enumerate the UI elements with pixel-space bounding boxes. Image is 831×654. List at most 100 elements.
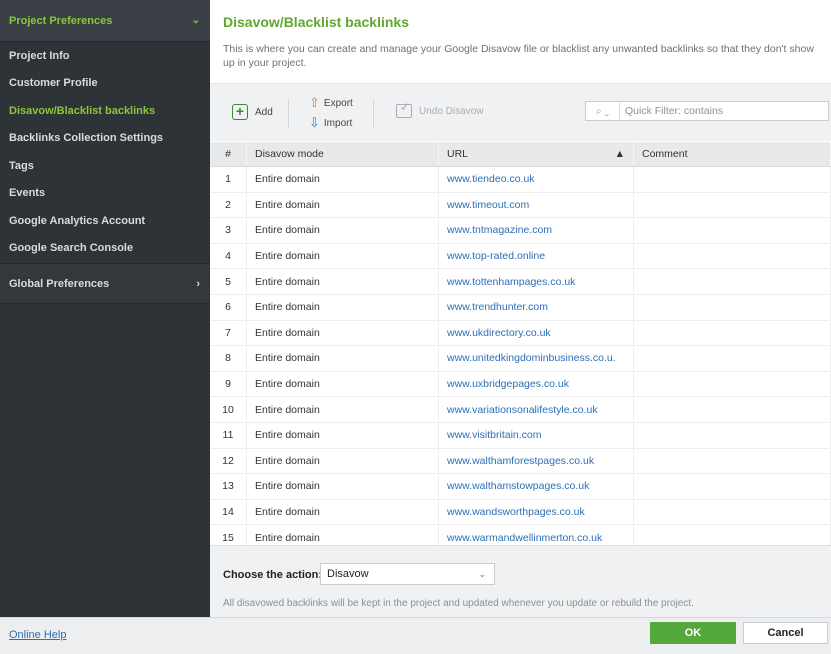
table-row[interactable]: 14 Entire domain www.wandsworthpages.co.uk [210, 499, 831, 526]
add-button[interactable]: + Add [232, 104, 273, 120]
sidebar-item[interactable]: Google Analytics Account [0, 207, 210, 235]
column-header-disavow-mode[interactable]: Disavow mode [247, 142, 439, 166]
row-url[interactable]: www.unitedkingdominbusiness.co.u. [439, 346, 634, 371]
table-row[interactable]: 7 Entire domain www.ukdirectory.co.uk [210, 320, 831, 347]
column-header-url-label: URL [447, 148, 469, 160]
export-label: Export [323, 97, 353, 109]
row-url[interactable]: www.visitbritain.com [439, 422, 634, 448]
sidebar-item-label: Project Info [9, 49, 70, 62]
action-select[interactable]: Disavow ⌄ [320, 563, 495, 585]
search-icon[interactable]: ⌕ ⌄ [586, 102, 620, 120]
sidebar-item-label: Disavow/Blacklist backlinks [9, 104, 156, 117]
sidebar-item[interactable]: Customer Profile [0, 70, 210, 98]
column-header-number[interactable]: # [210, 142, 247, 166]
row-url[interactable]: www.tiendeo.co.uk [439, 167, 634, 192]
table-row[interactable]: 12 Entire domain www.walthamforestpages.co… [210, 448, 831, 475]
quick-filter-input[interactable] [620, 102, 828, 120]
sidebar-global-label: Global Preferences [9, 277, 110, 290]
row-disavow-mode: Entire domain [247, 525, 439, 545]
row-url[interactable]: www.warmandwellinmerton.co.uk [439, 525, 634, 545]
quick-filter[interactable]: ⌕ ⌄ [585, 101, 829, 121]
action-panel: Choose the action: Disavow ⌄ All disavow… [210, 545, 831, 617]
sidebar-item-label: Events [9, 187, 46, 200]
backlinks-table: # Disavow mode URL ▲ Comment 1 Entire dom… [210, 142, 831, 545]
row-url[interactable]: www.top-rated.online [439, 243, 634, 269]
row-url[interactable]: www.walthamforestpages.co.uk [439, 448, 634, 474]
row-number: 10 [210, 397, 247, 422]
row-url[interactable]: www.walthamstowpages.co.uk [439, 474, 634, 499]
row-url[interactable]: www.variationsonalifestyle.co.uk [439, 397, 634, 422]
add-label: Add [255, 106, 273, 118]
table-row[interactable]: 15 Entire domain www.warmandwellinmerton.c… [210, 525, 831, 545]
row-number: 4 [210, 243, 247, 269]
table-row[interactable]: 8 Entire domain www.unitedkingdominbusines… [210, 346, 831, 372]
column-header-comment[interactable]: Comment [634, 142, 831, 166]
online-help-link[interactable]: Online Help [9, 629, 66, 641]
sidebar: Project Preferences ⌄ Project Info Custom… [0, 0, 210, 617]
table-row[interactable]: 11 Entire domain www.visitbritain.com [210, 422, 831, 449]
row-comment [634, 397, 831, 422]
table-row[interactable]: 9 Entire domain www.uxbridgepages.co.uk [210, 371, 831, 398]
row-url[interactable]: www.uxbridgepages.co.uk [439, 371, 634, 397]
sidebar-item[interactable]: Disavow/Blacklist backlinks [0, 97, 210, 125]
row-number: 3 [210, 218, 247, 243]
table-row[interactable]: 4 Entire domain www.top-rated.online [210, 243, 831, 270]
row-disavow-mode: Entire domain [247, 294, 439, 320]
row-disavow-mode: Entire domain [247, 422, 439, 448]
row-comment [634, 448, 831, 474]
row-url[interactable]: www.trendhunter.com [439, 294, 634, 320]
row-url[interactable]: www.wandsworthpages.co.uk [439, 499, 634, 525]
sidebar-header-project-preferences[interactable]: Project Preferences ⌄ [0, 0, 210, 42]
ok-button[interactable]: OK [650, 622, 736, 644]
action-note: All disavowed backlinks will be kept in … [223, 598, 694, 609]
row-comment [634, 167, 831, 192]
row-number: 1 [210, 167, 247, 192]
import-button[interactable]: ⇩ Import [309, 115, 352, 131]
plus-icon: + [232, 104, 248, 120]
row-url[interactable]: www.timeout.com [439, 192, 634, 218]
row-disavow-mode: Entire domain [247, 243, 439, 269]
export-icon: ⇧ [309, 95, 320, 110]
cancel-button[interactable]: Cancel [743, 622, 828, 644]
row-comment [634, 320, 831, 346]
row-disavow-mode: Entire domain [247, 320, 439, 346]
toolbar: + Add ⇧ Export ⇩ Import Undo Disavow ⌕ ⌄ [210, 83, 831, 141]
sidebar-item-global-preferences[interactable]: Global Preferences › [0, 264, 210, 304]
row-disavow-mode: Entire domain [247, 218, 439, 243]
table-row[interactable]: 1 Entire domain www.tiendeo.co.uk [210, 167, 831, 193]
row-disavow-mode: Entire domain [247, 192, 439, 218]
row-comment [634, 192, 831, 218]
sidebar-item-label: Tags [9, 159, 34, 172]
sidebar-item[interactable]: Google Search Console [0, 235, 210, 263]
row-number: 2 [210, 192, 247, 218]
sidebar-item-label: Google Search Console [9, 242, 134, 255]
row-disavow-mode: Entire domain [247, 448, 439, 474]
sidebar-item[interactable]: Project Info [0, 42, 210, 70]
row-disavow-mode: Entire domain [247, 397, 439, 422]
sidebar-item[interactable]: Backlinks Collection Settings [0, 125, 210, 153]
row-number: 14 [210, 499, 247, 525]
row-comment [634, 346, 831, 371]
export-button[interactable]: ⇧ Export [309, 95, 353, 111]
table-row[interactable]: 3 Entire domain www.tntmagazine.com [210, 218, 831, 244]
sidebar-item[interactable]: Events [0, 180, 210, 208]
row-number: 9 [210, 371, 247, 397]
table-row[interactable]: 6 Entire domain www.trendhunter.com [210, 294, 831, 321]
row-disavow-mode: Entire domain [247, 474, 439, 499]
toolbar-divider [373, 100, 374, 128]
table-row[interactable]: 5 Entire domain www.tottenhampages.co.uk [210, 269, 831, 295]
sidebar-item-label: Customer Profile [9, 77, 98, 90]
row-disavow-mode: Entire domain [247, 269, 439, 294]
undo-disavow-button[interactable]: Undo Disavow [396, 100, 483, 118]
row-url[interactable]: www.tottenhampages.co.uk [439, 269, 634, 294]
row-number: 7 [210, 320, 247, 346]
sidebar-header-label: Project Preferences [9, 14, 113, 27]
column-header-url[interactable]: URL ▲ [439, 142, 634, 166]
import-icon: ⇩ [309, 115, 320, 130]
table-row[interactable]: 13 Entire domain www.walthamstowpages.co.u… [210, 474, 831, 500]
row-url[interactable]: www.ukdirectory.co.uk [439, 320, 634, 346]
sidebar-item[interactable]: Tags [0, 152, 210, 180]
table-row[interactable]: 2 Entire domain www.timeout.com [210, 192, 831, 219]
row-url[interactable]: www.tntmagazine.com [439, 218, 634, 243]
table-row[interactable]: 10 Entire domain www.variationsonalifestyl… [210, 397, 831, 423]
